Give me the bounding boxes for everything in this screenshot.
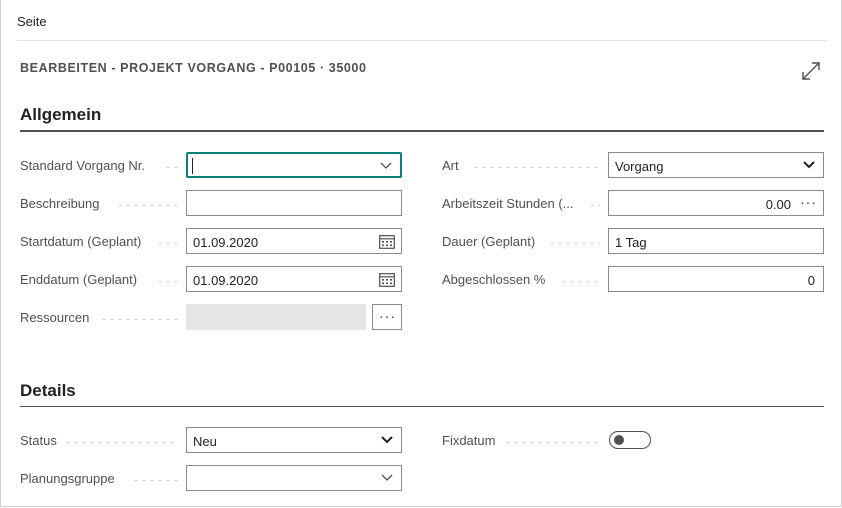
calendar-icon[interactable] <box>379 234 395 249</box>
page-frame: Seite BEARBEITEN - PROJEKT VORGANG - P00… <box>0 0 842 507</box>
leader-dots <box>588 205 600 206</box>
work-hours-input[interactable]: 0.00 ··· <box>608 190 824 216</box>
leader-dots <box>156 281 178 282</box>
top-bar: Seite <box>1 0 841 41</box>
status-select[interactable]: Neu <box>186 427 402 453</box>
chevron-down-icon[interactable] <box>803 161 815 169</box>
type-select[interactable]: Vorgang <box>608 152 824 178</box>
text-cursor <box>192 158 193 174</box>
header-divider <box>17 40 827 41</box>
leader-dots <box>548 243 600 244</box>
standard-task-no-input[interactable] <box>186 152 402 178</box>
label-standard-task-no: Standard Vorgang Nr. <box>20 158 146 173</box>
calendar-icon[interactable] <box>379 272 395 287</box>
leader-dots <box>64 442 178 443</box>
duration-input[interactable]: 1 Tag <box>608 228 824 254</box>
page-title: BEARBEITEN - PROJEKT VORGANG - P00105 · … <box>20 61 367 75</box>
resources-input <box>186 304 366 330</box>
leader-dots <box>560 281 600 282</box>
leader-dots <box>472 167 600 168</box>
expand-icon[interactable] <box>799 59 823 83</box>
label-type: Art <box>442 158 459 173</box>
description-input[interactable] <box>186 190 402 216</box>
label-status: Status <box>20 433 57 448</box>
section-divider-details <box>20 406 824 407</box>
leader-dots <box>156 243 178 244</box>
completed-pct-input[interactable]: 0 <box>608 266 824 292</box>
leader-dots <box>116 205 178 206</box>
label-fixed-date: Fixdatum <box>442 433 496 448</box>
start-date-input[interactable]: 01.09.2020 <box>186 228 402 254</box>
section-title-details: Details <box>20 381 76 400</box>
end-date-input[interactable]: 01.09.2020 <box>186 266 402 292</box>
label-planning-group: Planungsgruppe <box>20 471 115 486</box>
label-resources: Ressourcen <box>20 310 90 325</box>
chevron-down-icon[interactable] <box>381 436 393 444</box>
label-start-date: Startdatum (Geplant) <box>20 234 142 249</box>
label-work-hours: Arbeitszeit Stunden (... <box>442 196 574 211</box>
fixed-date-toggle[interactable] <box>609 431 651 449</box>
section-title-general: Allgemein <box>20 105 102 124</box>
leader-dots <box>100 319 178 320</box>
resources-lookup-button[interactable]: ··· <box>372 304 402 330</box>
planning-group-input[interactable] <box>186 465 402 491</box>
leader-dots <box>132 480 178 481</box>
toggle-knob <box>614 435 624 445</box>
more-icon[interactable]: ··· <box>800 194 817 210</box>
section-divider-general <box>20 130 824 132</box>
label-duration: Dauer (Geplant) <box>442 234 536 249</box>
chevron-down-icon[interactable] <box>380 162 392 170</box>
leader-dots <box>164 167 178 168</box>
more-icon: ··· <box>379 308 396 324</box>
label-completed-pct: Abgeschlossen % <box>442 272 546 287</box>
breadcrumb: Seite <box>17 14 47 29</box>
leader-dots <box>504 442 600 443</box>
label-end-date: Enddatum (Geplant) <box>20 272 138 287</box>
label-description: Beschreibung <box>20 196 100 211</box>
chevron-down-icon[interactable] <box>381 474 393 482</box>
